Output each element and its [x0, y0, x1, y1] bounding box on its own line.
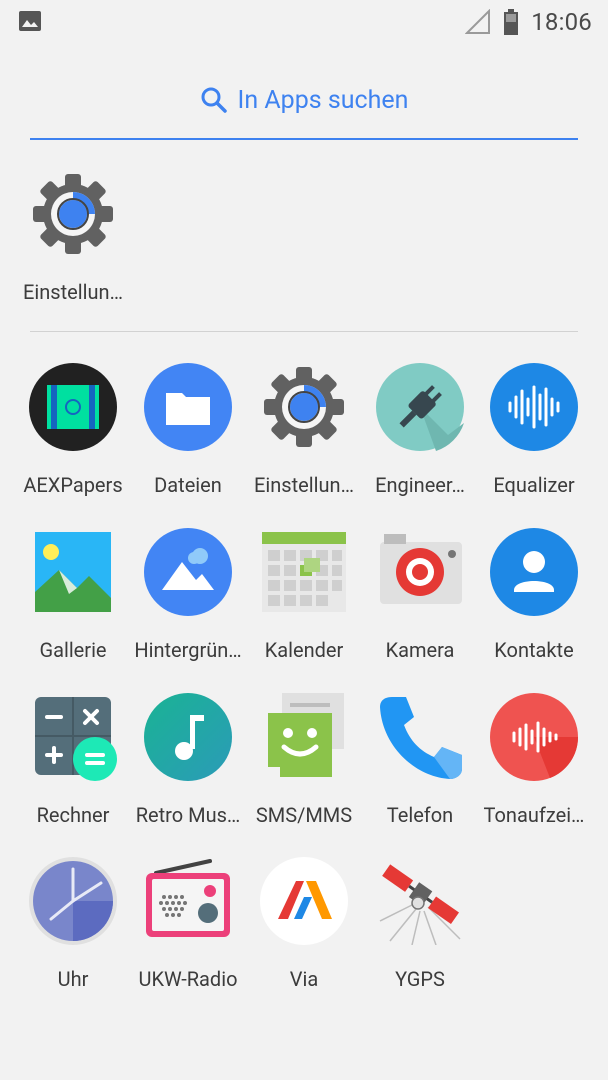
- app-label: Gallerie: [39, 638, 107, 662]
- app-label: Engineer…: [375, 473, 465, 497]
- app-label: AEXPapers: [23, 473, 123, 497]
- plug-icon: [376, 363, 464, 451]
- app-via[interactable]: Via: [245, 857, 363, 1007]
- app-dateien[interactable]: Dateien: [129, 363, 247, 513]
- app-label: SMS/MMS: [255, 803, 353, 827]
- app-engineer[interactable]: Engineer…: [361, 363, 479, 513]
- app-rechner[interactable]: Rechner: [14, 693, 132, 843]
- settings-gear-icon: [33, 174, 113, 254]
- files-folder-icon: [144, 363, 232, 451]
- app-gallerie[interactable]: Gallerie: [14, 528, 132, 678]
- app-tonaufzeichnung[interactable]: Tonaufzei…: [475, 693, 593, 843]
- app-sms-mms[interactable]: SMS/MMS: [245, 693, 363, 843]
- via-browser-icon: [260, 857, 348, 945]
- app-label: Einstellun…: [23, 280, 123, 304]
- app-label: Kalender: [264, 638, 344, 662]
- app-suggested-settings[interactable]: Einstellun…: [14, 170, 132, 320]
- app-aexpapers[interactable]: AEXPapers: [14, 363, 132, 513]
- calendar-icon: [262, 532, 346, 612]
- app-kalender[interactable]: Kalender: [245, 528, 363, 678]
- app-ygps[interactable]: YGPS: [361, 857, 479, 1007]
- calculator-icon: [35, 697, 117, 781]
- camera-icon: [380, 534, 462, 604]
- phone-icon: [380, 697, 462, 779]
- app-label: Tonaufzei…: [483, 803, 585, 827]
- music-note-icon: [144, 693, 232, 781]
- battery-icon: [504, 9, 519, 35]
- signal-icon: [465, 9, 491, 34]
- app-telefon[interactable]: Telefon: [361, 693, 479, 843]
- app-hintergrund[interactable]: Hintergrün…: [129, 528, 247, 678]
- clock-time: 18:06: [531, 8, 592, 36]
- settings-gear-icon: [264, 367, 344, 447]
- app-equalizer[interactable]: Equalizer: [475, 363, 593, 513]
- satellite-icon: [379, 864, 461, 945]
- sound-recorder-icon: [490, 693, 578, 781]
- app-uhr[interactable]: Uhr: [14, 857, 132, 1007]
- app-label: Retro Mus…: [135, 803, 241, 827]
- app-label: Telefon: [386, 803, 454, 827]
- search-icon: [201, 87, 227, 113]
- gallery-picture-icon: [35, 532, 111, 612]
- app-label: UKW-Radio: [138, 967, 238, 991]
- contacts-person-icon: [490, 528, 578, 616]
- app-label: Kontakte: [494, 638, 574, 662]
- clock-icon: [29, 857, 117, 945]
- app-kamera[interactable]: Kamera: [361, 528, 479, 678]
- app-label: Kamera: [385, 638, 455, 662]
- app-label: Rechner: [36, 803, 110, 827]
- wallpaper-icon: [144, 528, 232, 616]
- fm-radio-icon: [146, 859, 230, 937]
- equalizer-waveform-icon: [490, 363, 578, 451]
- aexpapers-icon: [29, 363, 117, 451]
- app-label: Hintergrün…: [134, 638, 242, 662]
- app-label: Via: [289, 967, 319, 991]
- app-label: Dateien: [154, 473, 222, 497]
- image-icon: [19, 11, 41, 31]
- sms-chat-icon: [268, 693, 344, 777]
- search-placeholder: In Apps suchen: [237, 85, 409, 115]
- app-retro-music[interactable]: Retro Mus…: [129, 693, 247, 843]
- app-label: Einstellun…: [254, 473, 354, 497]
- app-kontakte[interactable]: Kontakte: [475, 528, 593, 678]
- app-label: YGPS: [395, 967, 445, 991]
- app-ukw-radio[interactable]: UKW-Radio: [129, 857, 247, 1007]
- app-einstellungen[interactable]: Einstellun…: [245, 363, 363, 513]
- status-bar: 18:06: [0, 0, 608, 44]
- app-label: Uhr: [57, 967, 89, 991]
- app-search-bar[interactable]: In Apps suchen: [30, 70, 578, 140]
- divider: [30, 331, 578, 332]
- app-label: Equalizer: [493, 473, 575, 497]
